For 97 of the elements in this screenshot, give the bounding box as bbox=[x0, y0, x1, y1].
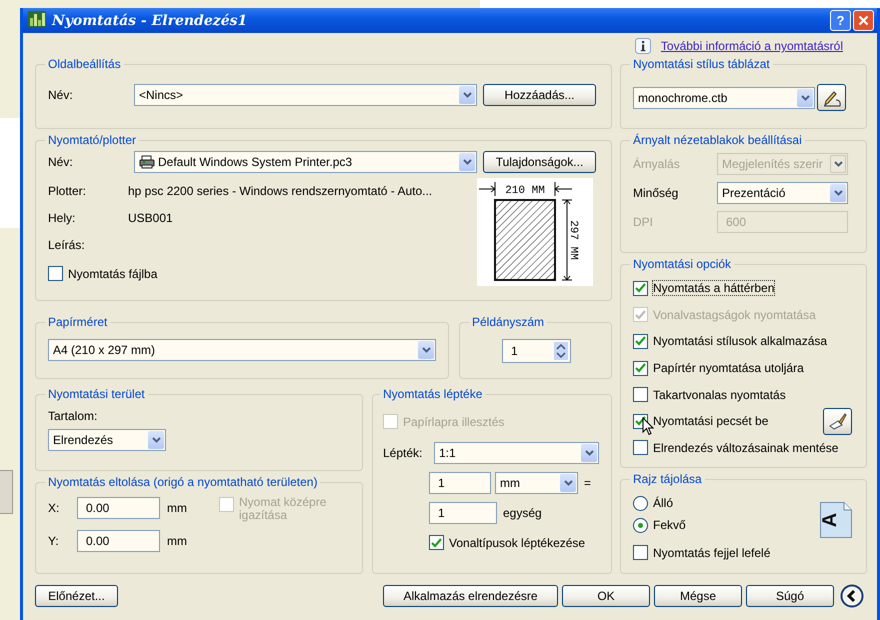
field-label: Leírás: bbox=[48, 238, 86, 252]
pen-icon bbox=[822, 88, 842, 106]
checkbox-label[interactable]: Vonaltípusok léptékezése bbox=[448, 534, 586, 550]
dropdown[interactable]: Default Windows System Printer.pc3 bbox=[134, 151, 477, 173]
field-value: hp psc 2200 series - Windows rendszernyomtató - Auto... bbox=[128, 184, 432, 198]
field-label: Y: bbox=[48, 534, 60, 548]
cancel-button[interactable]: Mégse bbox=[654, 585, 742, 607]
chevron-left-icon[interactable] bbox=[840, 584, 864, 608]
checkbox[interactable] bbox=[633, 280, 648, 296]
checkbox[interactable] bbox=[633, 360, 648, 376]
group-title: Nyomtatás eltolása (origó a nyomtatható területen) bbox=[47, 475, 318, 489]
text-field[interactable]: 0.00 bbox=[77, 497, 160, 519]
chevron-icon bbox=[560, 474, 576, 492]
text-field[interactable]: 1 bbox=[429, 472, 491, 494]
info-icon bbox=[634, 38, 651, 54]
chevron-icon bbox=[797, 88, 813, 106]
dropdown[interactable]: Prezentáció bbox=[717, 182, 848, 204]
radio-label[interactable]: Álló bbox=[652, 495, 674, 511]
field-label: mm bbox=[167, 501, 187, 515]
chevron-icon bbox=[459, 86, 475, 104]
spinner-arrows-icon bbox=[554, 342, 568, 360]
field-label: Lépték: bbox=[383, 446, 424, 460]
field-label: egység bbox=[503, 506, 542, 520]
ok-button[interactable]: OK bbox=[562, 585, 650, 607]
dropdown[interactable]: Elrendezés bbox=[48, 429, 166, 451]
field-label: Név: bbox=[48, 88, 74, 102]
add-button[interactable]: Hozzáadás... bbox=[483, 84, 596, 106]
radio-button[interactable] bbox=[633, 518, 648, 532]
spin-box[interactable]: 1 bbox=[502, 339, 571, 363]
field-label: Tartalom: bbox=[48, 409, 98, 423]
checkbox[interactable] bbox=[633, 545, 648, 560]
help-button[interactable]: ? bbox=[830, 10, 851, 31]
field-label: Minőség bbox=[633, 186, 680, 200]
chevron-icon bbox=[459, 153, 475, 171]
group-title: Oldalbeállítás bbox=[47, 57, 122, 71]
dimension-label: 210 MM bbox=[505, 185, 545, 197]
checkbox-label[interactable]: Papírtér nyomtatása utoljára bbox=[652, 360, 805, 376]
chevron-icon bbox=[148, 431, 164, 449]
text-field[interactable]: 0.00 bbox=[77, 530, 160, 552]
dropdown[interactable]: monochrome.ctb bbox=[633, 86, 815, 108]
field-label: mm bbox=[167, 534, 187, 548]
checkbox-label[interactable]: Takartvonalas nyomtatás bbox=[652, 386, 787, 403]
dropdown[interactable]: A4 (210 x 297 mm) bbox=[48, 339, 436, 361]
window-title: Nyomtatás - Elrendezés1 bbox=[52, 12, 248, 28]
group-title: Árnyalt nézetablakok beállításai bbox=[632, 133, 803, 147]
field-label: Árnyalás bbox=[633, 157, 681, 171]
checkbox-label[interactable]: Elrendezés változásainak mentése bbox=[652, 440, 840, 456]
chevron-icon bbox=[581, 444, 597, 462]
field-label: Név: bbox=[48, 155, 74, 169]
field-label: X: bbox=[48, 501, 60, 515]
close-button[interactable] bbox=[853, 10, 874, 31]
stamp-settings-button[interactable] bbox=[823, 408, 852, 435]
dropdown[interactable]: 1:1 bbox=[434, 442, 599, 464]
edit-button[interactable] bbox=[817, 84, 846, 111]
checkbox[interactable] bbox=[633, 387, 648, 402]
checkbox-label[interactable]: Nyomtatás fejjel lefelé bbox=[652, 544, 772, 560]
dropdown[interactable]: mm bbox=[495, 472, 578, 494]
checkbox-label[interactable]: Nyomtatási pecsét be bbox=[652, 413, 770, 430]
group-title: Papírméret bbox=[47, 315, 108, 329]
checkbox[interactable] bbox=[429, 535, 444, 550]
checkbox-label[interactable]: Nyomtatás fájlba bbox=[67, 266, 158, 282]
brush-icon bbox=[828, 412, 848, 430]
help-link[interactable]: További információ a nyomtatásról bbox=[660, 39, 843, 53]
group-title: Nyomtatási stílus táblázat bbox=[632, 57, 771, 71]
page-icon: A bbox=[820, 502, 852, 538]
preview-button[interactable]: Előnézet... bbox=[35, 585, 118, 607]
dropdown[interactable]: <Nincs> bbox=[134, 84, 477, 106]
chevron-icon bbox=[830, 155, 846, 173]
dimension-label: 297 MM bbox=[567, 220, 579, 260]
checkbox-label[interactable]: Nyomtatás a háttérben bbox=[652, 280, 776, 296]
radio-button[interactable] bbox=[633, 496, 648, 510]
properties-button[interactable]: Tulajdonságok... bbox=[483, 151, 596, 173]
field-label: DPI bbox=[633, 215, 654, 229]
field-value: USB001 bbox=[128, 210, 173, 224]
text-field[interactable]: 1 bbox=[429, 502, 497, 524]
group-title: Nyomtatási terület bbox=[47, 387, 146, 401]
mouse-pointer-icon bbox=[642, 416, 654, 436]
field-label: Hely: bbox=[48, 210, 76, 224]
help-button[interactable]: Súgó bbox=[746, 585, 834, 607]
group-title: Nyomtatási opciók bbox=[632, 257, 732, 271]
chevron-icon bbox=[830, 184, 846, 202]
group-title: Példányszám bbox=[471, 315, 546, 329]
printer-icon bbox=[139, 155, 155, 169]
group-title: Nyomtató/plotter bbox=[47, 133, 138, 147]
chart-bars-icon bbox=[28, 11, 46, 30]
chevron-icon bbox=[418, 341, 434, 359]
field-label: Plotter: bbox=[48, 184, 88, 198]
checkbox[interactable] bbox=[48, 266, 63, 281]
radio-label[interactable]: Fekvő bbox=[652, 517, 687, 533]
checkbox[interactable] bbox=[633, 440, 648, 456]
close-icon bbox=[858, 15, 869, 26]
group-title: Nyomtatás léptéke bbox=[382, 387, 484, 401]
apply-button[interactable]: Alkalmazás elrendezésre bbox=[383, 585, 558, 607]
field-label: = bbox=[584, 476, 592, 490]
checkbox-label[interactable]: Nyomtatási stílusok alkalmazása bbox=[652, 333, 828, 350]
checkbox[interactable] bbox=[633, 334, 648, 349]
group-title: Rajz tájolása bbox=[632, 472, 703, 486]
